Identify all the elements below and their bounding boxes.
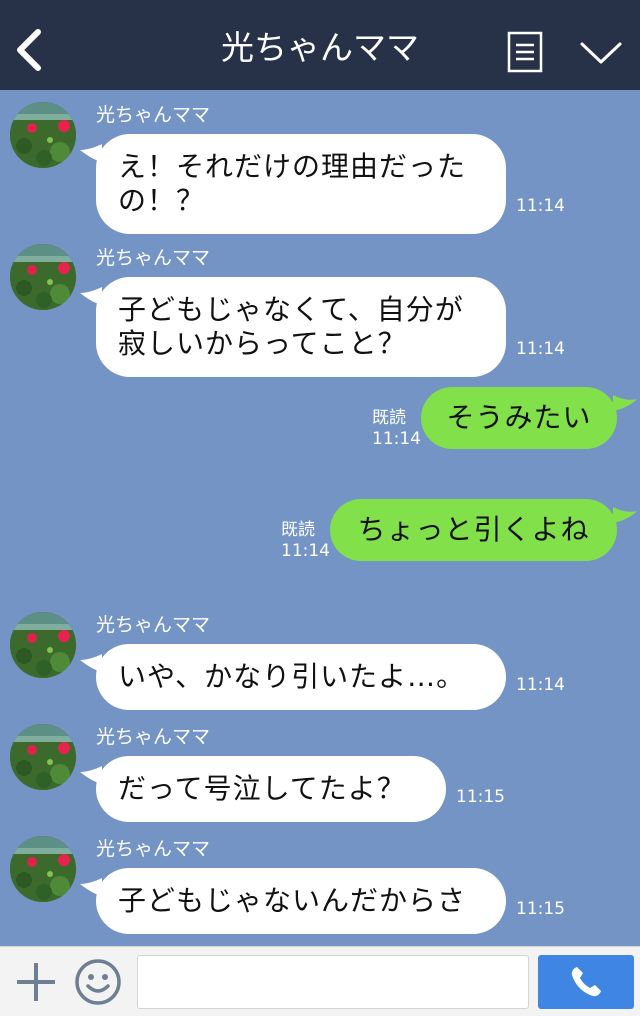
message-bubble[interactable]: 子どもじゃなくて、自分が 寂しいからってこと？ [80,277,506,377]
bubble-tail [80,878,102,896]
sender-name: 光ちゃんママ [96,726,211,748]
message-bubble[interactable]: え！それだけの理由だった の！？ [80,134,506,234]
message-input[interactable] [137,955,529,1009]
call-button[interactable] [538,955,634,1009]
smiley-icon [75,959,121,1005]
bubble-tail [80,144,102,162]
input-bar [0,946,640,1016]
message-text-line: え！それだけの理由だった [118,150,467,183]
message-time: 11:14 [372,429,421,449]
phone-icon [571,967,601,997]
message-time: 11:14 [516,339,565,359]
read-status: 既読 11:14 [281,520,330,562]
message-text-line: の！？ [118,184,206,217]
read-status: 既読 11:14 [372,408,421,450]
message-bubble[interactable]: ちょっと引くよね [330,499,637,561]
chevron-down-icon [580,42,622,64]
emoji-button[interactable] [74,958,122,1006]
message-bubble[interactable]: だって号泣してたよ？ [80,756,446,822]
message-text: そうみたい [446,401,592,434]
message-time: 11:14 [516,675,565,695]
message-bubble[interactable]: そうみたい [421,387,637,449]
attach-button[interactable] [14,960,58,1004]
avatar[interactable] [10,102,76,168]
message-time: 11:14 [281,541,330,561]
sender-name: 光ちゃんママ [96,614,211,636]
chevron-left-icon [17,29,41,71]
message-bubble[interactable]: 子どもじゃないんだからさ [80,868,506,934]
menu-button[interactable] [507,31,543,73]
message-time: 11:15 [456,787,505,807]
avatar[interactable] [10,836,76,902]
message-text: 子どもじゃないんだからさ [118,884,467,917]
message-text: だって号泣してたよ？ [118,772,406,805]
avatar[interactable] [10,244,76,310]
message-text-line: 子どもじゃなくて、自分が [118,293,464,326]
chat-title: 光ちゃんママ [221,28,419,67]
message-time: 11:14 [516,196,565,216]
chat-header: 光ちゃんママ [0,0,640,90]
back-button[interactable] [12,26,52,74]
avatar[interactable] [10,724,76,790]
list-icon [507,31,543,73]
read-label: 既読 [372,408,406,428]
message-text-line: 寂しいからってこと？ [118,327,407,360]
plus-icon [17,963,55,1001]
sender-name: 光ちゃんママ [96,104,211,126]
bubble-tail [80,766,102,784]
message-text: いや、かなり引いたよ…。 [118,660,466,693]
sender-name: 光ちゃんママ [96,838,211,860]
collapse-button[interactable] [578,36,624,68]
read-label: 既読 [281,520,315,540]
bubble-tail [80,654,102,672]
bubble-tail [613,507,637,523]
avatar[interactable] [10,612,76,678]
bubble-tail [613,395,637,411]
message-time: 11:15 [516,899,565,919]
chat-area[interactable]: 光ちゃんママ え！それだけの理由だった の！？ 11:14 光ちゃんママ 子ども… [0,90,640,946]
bubble-tail [80,287,102,305]
sender-name: 光ちゃんママ [96,247,211,269]
message-bubble[interactable]: いや、かなり引いたよ…。 [80,644,506,710]
message-text: ちょっと引くよね [357,513,590,546]
